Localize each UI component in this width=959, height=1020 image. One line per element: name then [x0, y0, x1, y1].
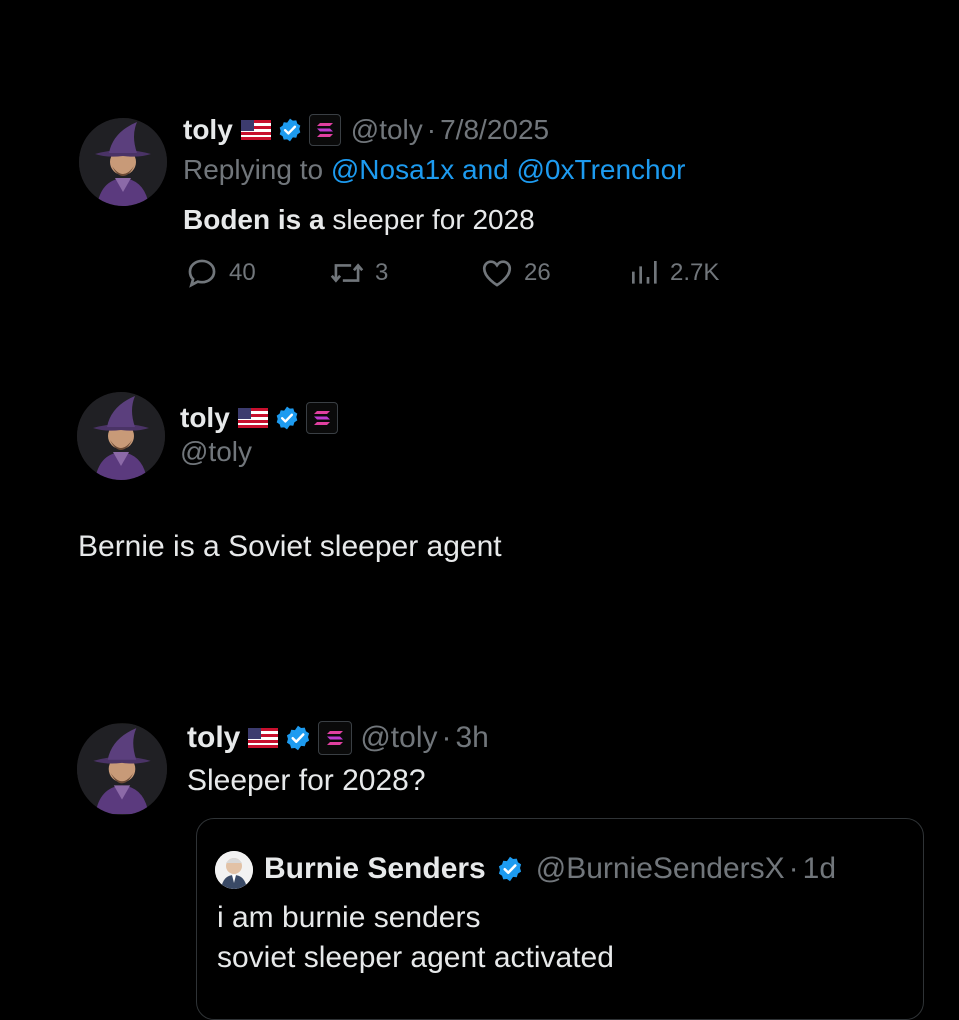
author-name[interactable]: toly	[187, 721, 240, 755]
solana-badge-icon	[308, 114, 341, 146]
reply-icon	[185, 256, 229, 290]
reply-button[interactable]: 40	[185, 256, 256, 290]
author-name[interactable]: toly	[183, 114, 233, 146]
avatar[interactable]	[79, 118, 167, 206]
views-count: 2.7K	[670, 259, 720, 286]
repost-button[interactable]: 3	[329, 256, 388, 290]
post-date[interactable]: 7/8/2025	[440, 114, 549, 146]
flag-us-icon	[237, 408, 268, 428]
post-header: toly	[180, 398, 338, 438]
quoted-post-card[interactable]: Burnie Senders @BurnieSendersX · 1d i am…	[196, 818, 924, 1020]
post-text: Boden is a sleeper for 2028	[183, 204, 535, 236]
post-header: toly @toly · 3h	[187, 718, 489, 758]
author-handle[interactable]: @toly	[180, 436, 252, 468]
author-handle[interactable]: @toly	[351, 114, 423, 146]
flag-us-icon	[248, 728, 279, 748]
avatar[interactable]	[77, 392, 165, 480]
views-icon	[628, 256, 670, 290]
avatar[interactable]	[77, 723, 167, 815]
quote-text-line-1: i am burnie senders	[217, 901, 481, 934]
quote-text-line-2: soviet sleeper agent activated	[217, 941, 614, 974]
like-button[interactable]: 26	[480, 256, 551, 290]
solana-badge-icon	[305, 402, 338, 434]
replying-prefix: Replying to	[183, 154, 324, 185]
solana-badge-icon	[318, 721, 353, 755]
quote-header: Burnie Senders @BurnieSendersX · 1d	[264, 849, 836, 889]
quote-author-name[interactable]: Burnie Senders	[264, 852, 486, 886]
flag-us-icon	[240, 120, 271, 140]
views-button[interactable]: 2.7K	[628, 256, 719, 290]
like-icon	[480, 256, 524, 290]
separator: ·	[441, 721, 452, 754]
repost-icon	[329, 256, 375, 290]
reply-count: 40	[229, 259, 256, 286]
post-header: toly @toly · 7/8/2025	[183, 110, 549, 150]
replying-to-link[interactable]: @Nosa1x and @0xTrenchor	[331, 154, 686, 185]
quote-avatar[interactable]	[215, 851, 253, 889]
post-text-rest: sleeper for 2028	[332, 204, 535, 235]
verified-icon	[277, 117, 303, 143]
author-name[interactable]: toly	[180, 402, 230, 434]
repost-count: 3	[375, 259, 389, 286]
post-text: Bernie is a Soviet sleeper agent	[78, 530, 502, 563]
separator: ·	[788, 852, 799, 885]
author-handle[interactable]: @toly	[360, 721, 437, 755]
quote-post-time[interactable]: 1d	[803, 852, 836, 886]
post-text: Sleeper for 2028?	[187, 764, 426, 797]
verified-icon	[284, 724, 312, 752]
post-time[interactable]: 3h	[455, 721, 488, 755]
post-text-bold: Boden is a	[183, 204, 325, 235]
separator: ·	[426, 114, 437, 145]
replying-to-line: Replying to @Nosa1x and @0xTrenchor	[183, 154, 686, 186]
verified-icon	[496, 855, 524, 883]
like-count: 26	[524, 259, 551, 286]
verified-icon	[274, 405, 300, 431]
quote-author-handle[interactable]: @BurnieSendersX	[536, 852, 785, 886]
